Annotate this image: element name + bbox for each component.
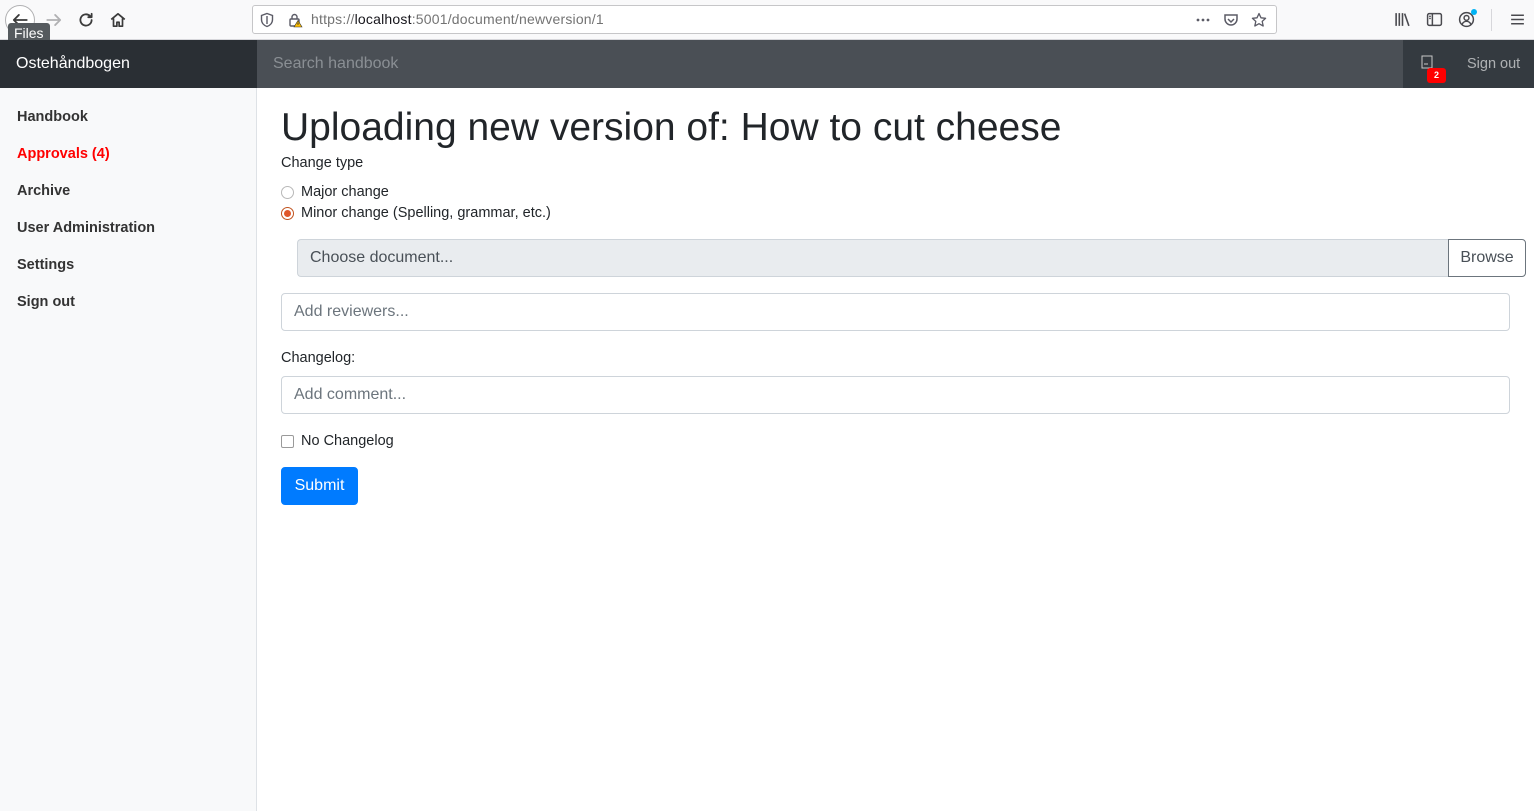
- sidebar-icon[interactable]: [1425, 9, 1443, 29]
- sidebar-item-user-administration[interactable]: User Administration: [0, 215, 256, 252]
- change-type-label: Change type: [281, 155, 364, 171]
- sidebar-nav: Handbook Approvals (4) Archive User Admi…: [0, 88, 256, 326]
- minor-change-radio[interactable]: [281, 206, 294, 220]
- reviewers-input[interactable]: [281, 293, 1510, 331]
- minor-change-option[interactable]: Minor change (Spelling, grammar, etc.): [281, 205, 551, 221]
- more-icon[interactable]: [1194, 11, 1212, 29]
- url-bar[interactable]: https://localhost:5001/document/newversi…: [252, 5, 1277, 34]
- shield-icon[interactable]: [259, 12, 275, 28]
- comment-input[interactable]: [281, 376, 1510, 414]
- url-text[interactable]: https://localhost:5001/document/newversi…: [311, 11, 604, 27]
- browse-button[interactable]: Browse: [1448, 239, 1526, 277]
- sidebar-item-archive[interactable]: Archive: [0, 178, 256, 215]
- no-changelog-label[interactable]: No Changelog: [301, 433, 394, 449]
- sidebar-item-approvals[interactable]: Approvals (4): [0, 141, 256, 178]
- sidebar-item-sign-out[interactable]: Sign out: [0, 289, 256, 326]
- app-navbar: Ostehåndbogen 2 Sign out: [0, 40, 1534, 88]
- url-path: :5001/document/newversion/1: [411, 11, 604, 27]
- pocket-icon[interactable]: [1222, 11, 1240, 29]
- browser-toolbar: Files https://localhost:5001/document/ne…: [0, 0, 1534, 44]
- toolbar-separator: [1491, 9, 1492, 31]
- menu-icon[interactable]: [1508, 9, 1526, 29]
- major-change-label[interactable]: Major change: [301, 184, 389, 200]
- page-title: Uploading new version of: How to cut che…: [281, 106, 1062, 149]
- no-changelog-option[interactable]: No Changelog: [281, 433, 394, 449]
- account-icon[interactable]: [1457, 9, 1477, 29]
- minor-change-label[interactable]: Minor change (Spelling, grammar, etc.): [301, 205, 551, 221]
- insecure-lock-icon[interactable]: [287, 12, 303, 28]
- notification-badge: 2: [1427, 68, 1446, 83]
- sidebar-item-settings[interactable]: Settings: [0, 252, 256, 289]
- navbar-sign-out-link[interactable]: Sign out: [1467, 40, 1520, 88]
- home-icon[interactable]: [103, 5, 133, 35]
- navbar-right: 2 Sign out: [1403, 40, 1534, 88]
- document-file-input[interactable]: Choose document...: [297, 239, 1449, 277]
- brand-link[interactable]: Ostehåndbogen: [0, 40, 257, 88]
- major-change-option[interactable]: Major change: [281, 184, 389, 200]
- url-host: localhost: [354, 11, 412, 27]
- changelog-label: Changelog:: [281, 350, 356, 366]
- url-scheme: https://: [311, 11, 355, 27]
- no-changelog-checkbox[interactable]: [281, 434, 294, 448]
- sidebar: Handbook Approvals (4) Archive User Admi…: [0, 88, 257, 811]
- bookmark-star-icon[interactable]: [1250, 11, 1268, 29]
- sync-dot-icon: [1471, 9, 1477, 15]
- sidebar-item-handbook[interactable]: Handbook: [0, 104, 256, 141]
- search-input[interactable]: [257, 40, 1403, 88]
- library-icon[interactable]: [1393, 9, 1411, 29]
- major-change-radio[interactable]: [281, 185, 294, 199]
- reload-icon[interactable]: [71, 5, 101, 35]
- submit-button[interactable]: Submit: [281, 467, 358, 505]
